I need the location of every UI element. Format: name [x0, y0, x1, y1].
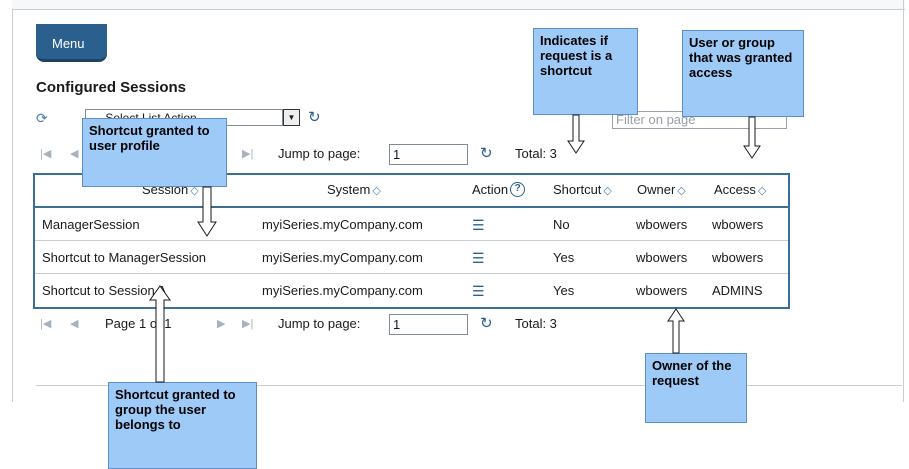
- arrow-down-icon: [197, 186, 217, 237]
- callout-arrows: [149, 114, 761, 383]
- arrow-up-icon: [149, 285, 171, 383]
- arrow-up-icon: [667, 308, 685, 354]
- arrow-down-icon: [567, 114, 585, 154]
- arrow-down-icon: [743, 116, 761, 159]
